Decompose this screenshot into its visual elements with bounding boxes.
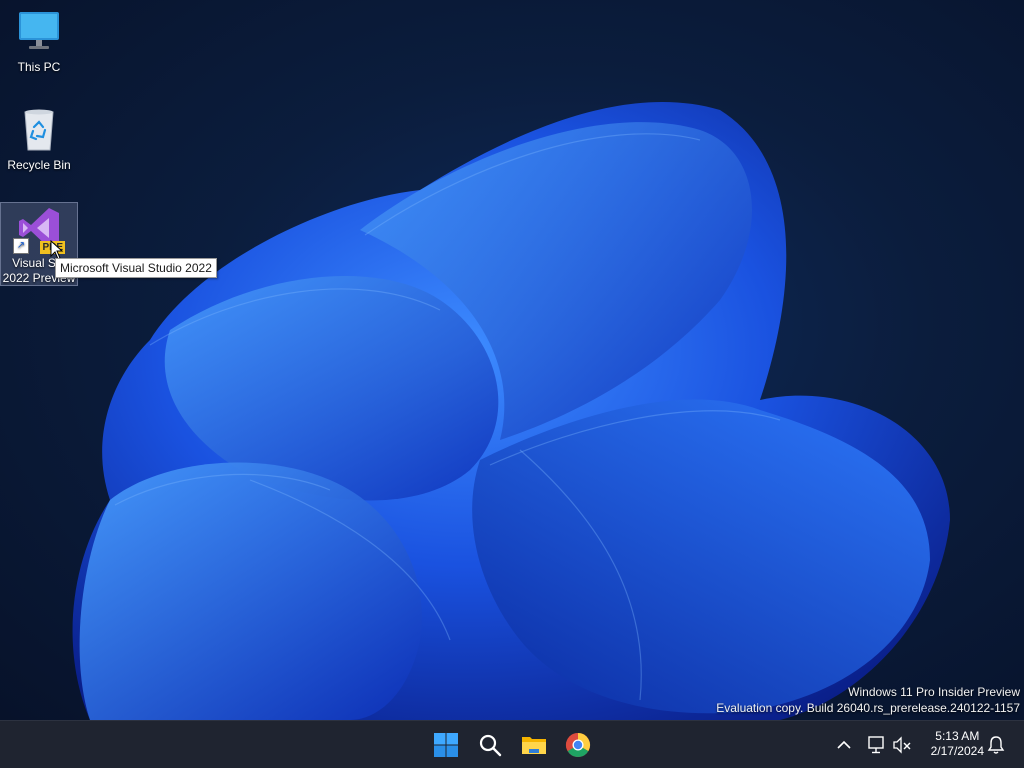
desktop[interactable]: This PC Recycle Bin ↗ PRE Visual Stu 202… (0, 0, 1024, 720)
search-button[interactable] (472, 727, 508, 763)
windows-start-icon (434, 733, 458, 757)
recycle-bin-icon (15, 106, 63, 154)
wallpaper-bloom (72, 102, 950, 720)
watermark-build: Evaluation copy. Build 26040.rs_prerelea… (716, 701, 1020, 715)
desktop-icon-label: Recycle Bin (7, 158, 71, 172)
notification-bell-icon (987, 736, 1005, 754)
show-hidden-icons-button[interactable] (832, 733, 856, 757)
shortcut-arrow-icon: ↗ (13, 238, 29, 254)
clock-time: 5:13 AM (935, 729, 980, 743)
evaluation-watermark: Windows 11 Pro Insider Preview Evaluatio… (716, 684, 1020, 716)
tooltip: Microsoft Visual Studio 2022 (55, 258, 217, 278)
network-icon (868, 736, 884, 754)
chrome-button[interactable] (560, 727, 596, 763)
chrome-icon (565, 733, 591, 758)
chevron-up-icon (837, 740, 851, 749)
volume-muted-icon (893, 736, 911, 754)
file-explorer-icon (522, 737, 546, 754)
watermark-edition: Windows 11 Pro Insider Preview (848, 685, 1020, 699)
this-pc-desktop-icon[interactable]: This PC (0, 8, 78, 75)
notifications-button[interactable] (984, 733, 1008, 757)
taskbar: 5:13 AM 2/17/2024 (0, 720, 1024, 768)
taskbar-clock[interactable]: 5:13 AM 2/17/2024 (931, 729, 984, 759)
clock-date: 2/17/2024 (930, 744, 984, 758)
desktop-icon-label: This PC (17, 60, 61, 74)
start-button[interactable] (428, 727, 464, 763)
monitor-icon (15, 8, 63, 56)
file-explorer-button[interactable] (516, 727, 552, 763)
search-icon (479, 734, 502, 757)
recycle-bin-desktop-icon[interactable]: Recycle Bin (0, 106, 78, 173)
mouse-cursor-icon (50, 240, 64, 260)
volume-button[interactable] (890, 733, 914, 757)
network-status-button[interactable] (864, 733, 888, 757)
